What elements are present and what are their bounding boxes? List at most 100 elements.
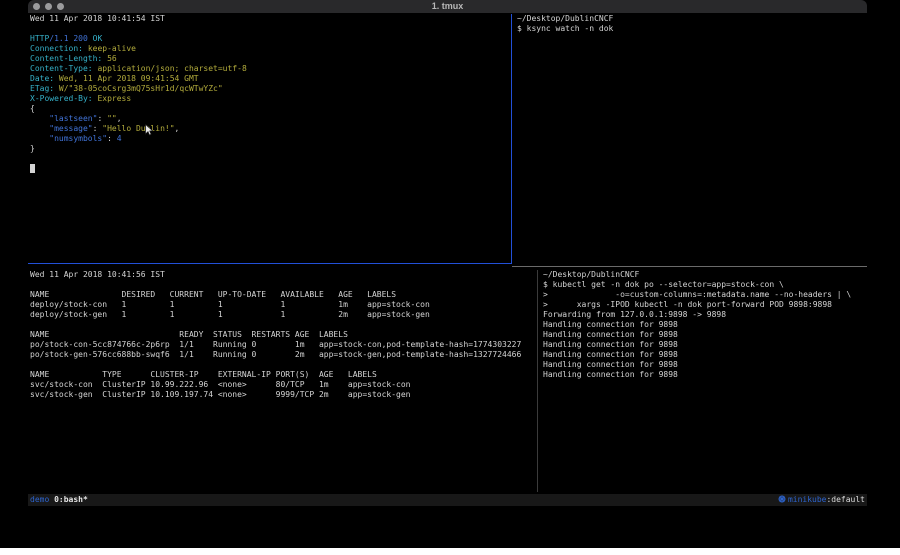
terminal-text: Wed 11 Apr 2018 10:41:54 IST <box>30 14 165 23</box>
terminal-text <box>30 114 49 123</box>
terminal-text: ETag: <box>30 84 54 93</box>
terminal-text: "Hello Dublin!" <box>102 124 174 133</box>
terminal-line: Wed 11 Apr 2018 10:41:54 IST <box>30 14 509 24</box>
terminal-text: , <box>175 124 180 133</box>
terminal-text: > -o=custom-columns=:metadata.name --no-… <box>543 290 851 299</box>
terminal-text: $ kubectl get -n dok po --selector=app=s… <box>543 280 784 289</box>
terminal-text: /1.1 200 <box>49 34 92 43</box>
terminal-line: svc/stock-gen ClusterIP 10.109.197.74 <n… <box>30 390 536 400</box>
kube-namespace: :default <box>826 495 865 504</box>
terminal-line: > xargs -IPOD kubectl -n dok port-forwar… <box>543 300 865 310</box>
terminal-text: : <box>97 114 107 123</box>
pane-http-response[interactable]: Wed 11 Apr 2018 10:41:54 IST HTTP/1.1 20… <box>30 14 509 262</box>
window-titlebar[interactable]: 1. tmux <box>28 0 867 14</box>
terminal-text: ~/Desktop/DublinCNCF <box>517 14 613 23</box>
terminal-line: $ kubectl get -n dok po --selector=app=s… <box>543 280 865 290</box>
terminal-line: Handling connection for 9898 <box>543 340 865 350</box>
terminal-text: Handling connection for 9898 <box>543 340 678 349</box>
terminal-line: $ ksync watch -n dok <box>517 24 865 34</box>
terminal-line: Wed 11 Apr 2018 10:41:56 IST <box>30 270 536 280</box>
terminal-line: Content-Length: 56 <box>30 54 509 64</box>
terminal-text: NAME TYPE CLUSTER-IP EXTERNAL-IP PORT(S)… <box>30 370 377 379</box>
terminal-text: Content-Type: <box>30 64 93 73</box>
terminal-line <box>30 360 536 370</box>
terminal-text: W/"38-05coCsrg3mQ75sHr1d/qcWTwYZc" <box>59 84 223 93</box>
pane-divider-vertical-top[interactable] <box>511 14 512 263</box>
terminal-text: application/json; charset=utf-8 <box>97 64 246 73</box>
terminal-text: 56 <box>107 54 117 63</box>
terminal-line: po/stock-gen-576cc688bb-swqf6 1/1 Runnin… <box>30 350 536 360</box>
terminal-text: keep-alive <box>88 44 136 53</box>
terminal-line: } <box>30 144 509 154</box>
terminal-line: Handling connection for 9898 <box>543 350 865 360</box>
terminal-line: Date: Wed, 11 Apr 2018 09:41:54 GMT <box>30 74 509 84</box>
status-left: demo 0:bash* <box>30 494 88 506</box>
session-name: demo <box>30 495 54 504</box>
terminal-line <box>30 24 509 34</box>
tmux-status-bar: demo 0:bash* minikube:default <box>28 494 867 506</box>
terminal-line: deploy/stock-con 1 1 1 1 1m app=stock-co… <box>30 300 536 310</box>
terminal-text: } <box>30 144 35 153</box>
pane-port-forward[interactable]: ~/Desktop/DublinCNCF$ kubectl get -n dok… <box>543 270 865 492</box>
terminal-text: "numsymbols" <box>49 134 107 143</box>
terminal-line <box>30 320 536 330</box>
terminal-line <box>30 280 536 290</box>
terminal-line: HTTP/1.1 200 OK <box>30 34 509 44</box>
terminal-text <box>30 124 49 133</box>
terminal-text: , <box>117 114 122 123</box>
terminal-text: svc/stock-con ClusterIP 10.99.222.96 <no… <box>30 380 411 389</box>
terminal-line: Handling connection for 9898 <box>543 360 865 370</box>
terminal-text: Handling connection for 9898 <box>543 350 678 359</box>
status-right: minikube:default <box>778 494 865 506</box>
terminal-line: { <box>30 104 509 114</box>
pane-divider-horizontal-right[interactable] <box>512 266 867 267</box>
terminal-line: deploy/stock-gen 1 1 1 1 2m app=stock-ge… <box>30 310 536 320</box>
terminal-text: Wed, 11 Apr 2018 09:41:54 GMT <box>59 74 199 83</box>
terminal-text: Handling connection for 9898 <box>543 320 678 329</box>
terminal-text: "message" <box>49 124 92 133</box>
terminal-text: Connection: <box>30 44 83 53</box>
terminal-line: Handling connection for 9898 <box>543 320 865 330</box>
terminal-text: > xargs -IPOD kubectl -n dok port-forwar… <box>543 300 832 309</box>
terminal-line: Handling connection for 9898 <box>543 370 865 380</box>
terminal-text: : <box>107 134 117 143</box>
terminal-line: po/stock-con-5cc874766c-2p6rp 1/1 Runnin… <box>30 340 536 350</box>
terminal-text: NAME DESIRED CURRENT UP-TO-DATE AVAILABL… <box>30 290 396 299</box>
terminal-window: 1. tmux Wed 11 Apr 2018 10:41:54 IST HTT… <box>28 0 867 548</box>
terminal-line: Handling connection for 9898 <box>543 330 865 340</box>
terminal-text <box>30 134 49 143</box>
terminal-line: ETag: W/"38-05coCsrg3mQ75sHr1d/qcWTwYZc" <box>30 84 509 94</box>
terminal-text: Handling connection for 9898 <box>543 330 678 339</box>
terminal-text: NAME READY STATUS RESTARTS AGE LABELS <box>30 330 348 339</box>
terminal-text: 4 <box>117 134 122 143</box>
terminal-text: $ ksync watch -n dok <box>517 24 613 33</box>
pane-ksync-watch[interactable]: ~/Desktop/DublinCNCF$ ksync watch -n dok <box>517 14 865 262</box>
terminal-text: : <box>93 124 103 133</box>
terminal-text: HTTP <box>30 34 49 43</box>
terminal-line: X-Powered-By: Express <box>30 94 509 104</box>
terminal-line: NAME TYPE CLUSTER-IP EXTERNAL-IP PORT(S)… <box>30 370 536 380</box>
kubernetes-wheel-icon <box>778 495 786 503</box>
terminal-text: OK <box>93 34 103 43</box>
terminal-text: po/stock-con-5cc874766c-2p6rp 1/1 Runnin… <box>30 340 521 349</box>
terminal-text: ~/Desktop/DublinCNCF <box>543 270 639 279</box>
terminal-line: "lastseen": "", <box>30 114 509 124</box>
pane-divider-horizontal-left[interactable] <box>28 263 512 264</box>
terminal-line: NAME READY STATUS RESTARTS AGE LABELS <box>30 330 536 340</box>
window-tab-bash[interactable]: 0:bash* <box>54 495 88 504</box>
terminal-line <box>30 164 509 174</box>
terminal-text: deploy/stock-gen 1 1 1 1 2m app=stock-ge… <box>30 310 430 319</box>
terminal-text: X-Powered-By: <box>30 94 93 103</box>
terminal-text: Express <box>97 94 131 103</box>
kube-context: minikube <box>788 495 827 504</box>
terminal-text: svc/stock-gen ClusterIP 10.109.197.74 <n… <box>30 390 411 399</box>
terminal-text: Handling connection for 9898 <box>543 360 678 369</box>
terminal-line: ~/Desktop/DublinCNCF <box>517 14 865 24</box>
pane-divider-vertical-bottom[interactable] <box>537 270 538 492</box>
terminal-text: po/stock-gen-576cc688bb-swqf6 1/1 Runnin… <box>30 350 521 359</box>
terminal-line: "numsymbols": 4 <box>30 134 509 144</box>
terminal-text: deploy/stock-con 1 1 1 1 1m app=stock-co… <box>30 300 430 309</box>
terminal-line: Connection: keep-alive <box>30 44 509 54</box>
pane-kubectl-get[interactable]: Wed 11 Apr 2018 10:41:56 IST NAME DESIRE… <box>30 270 536 492</box>
terminal-text: Forwarding from 127.0.0.1:9898 -> 9898 <box>543 310 726 319</box>
